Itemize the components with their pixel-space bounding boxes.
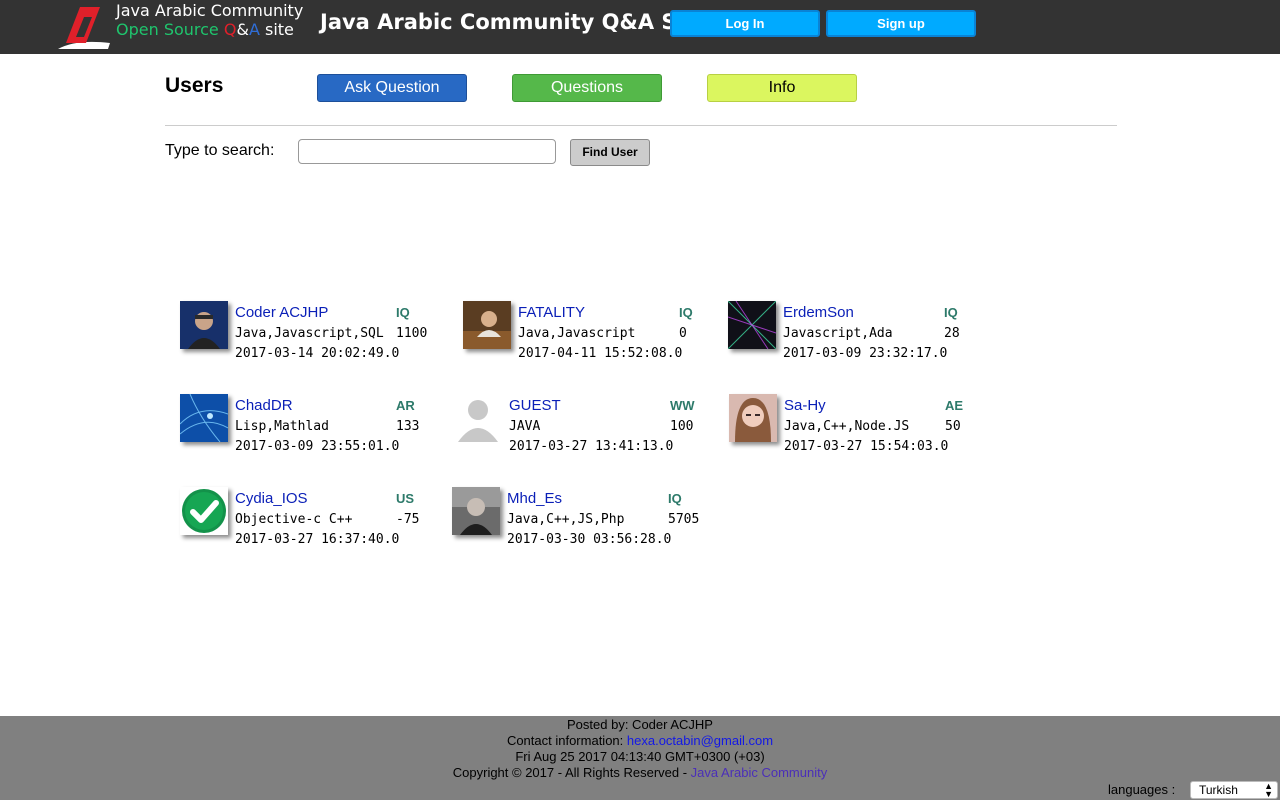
signup-button[interactable]: Sign up	[826, 10, 976, 37]
languages-label: languages :	[1108, 782, 1176, 797]
footer: Posted by: Coder ACJHP Contact informati…	[0, 716, 1280, 800]
user-reputation: 133	[396, 419, 420, 434]
user-card: ChadDR AR Lisp,Mathlad 133 2017-03-09 23…	[180, 394, 450, 464]
user-join-date: 2017-03-30 03:56:28.0	[507, 532, 672, 547]
logo-text-line2: Open Source Q&A site	[116, 20, 294, 39]
user-name-link[interactable]: Sa-Hy	[784, 397, 826, 414]
user-tags: Java,Javascript,SQL	[235, 326, 384, 341]
user-join-date: 2017-03-14 20:02:49.0	[235, 346, 400, 361]
login-button[interactable]: Log In	[670, 10, 820, 37]
country-code: US	[396, 491, 415, 506]
country-code: AR	[396, 398, 415, 413]
info-button[interactable]: Info	[707, 74, 857, 102]
country-code: IQ	[396, 305, 410, 320]
logo-text-line1: Java Arabic Community	[116, 1, 304, 20]
user-join-date: 2017-03-09 23:55:01.0	[235, 439, 400, 454]
user-tags: Objective-c C++	[235, 512, 353, 527]
footer-datetime: Fri Aug 25 2017 04:13:40 GMT+0300 (+03)	[515, 749, 765, 764]
user-card: Mhd_Es IQ Java,C++,JS,Php 5705 2017-03-3…	[452, 487, 722, 557]
user-reputation: 1100	[396, 326, 428, 341]
avatar[interactable]	[463, 301, 511, 349]
avatar[interactable]	[454, 394, 502, 442]
country-code: IQ	[679, 305, 693, 320]
user-tags: Lisp,Mathlad	[235, 419, 329, 434]
page-title: Users	[165, 74, 224, 97]
user-name-link[interactable]: Mhd_Es	[507, 490, 562, 507]
contact-info: Contact information: hexa.octabin@gmail.…	[506, 733, 774, 748]
country-code: IQ	[668, 491, 682, 506]
search-label: Type to search:	[165, 142, 275, 159]
user-name-link[interactable]: FATALITY	[518, 304, 585, 321]
search-input[interactable]	[298, 139, 556, 164]
user-reputation: 100	[670, 419, 694, 434]
user-card: ErdemSon IQ Javascript,Ada 28 2017-03-09…	[728, 301, 998, 371]
country-code: WW	[670, 398, 695, 413]
user-card: Sa-Hy AE Java,C++,Node.JS 50 2017-03-27 …	[729, 394, 999, 464]
divider	[165, 125, 1117, 126]
user-join-date: 2017-03-27 13:41:13.0	[509, 439, 674, 454]
language-select[interactable]: Turkish ▲ ▼	[1190, 781, 1278, 799]
contact-email-link[interactable]: hexa.octabin@gmail.com	[627, 733, 773, 748]
user-card: Cydia_IOS US Objective-c C++ -75 2017-03…	[180, 487, 450, 557]
user-name-link[interactable]: ErdemSon	[783, 304, 854, 321]
top-header: Java Arabic Community Open Source Q&A si…	[0, 0, 1280, 54]
avatar[interactable]	[180, 301, 228, 349]
avatar[interactable]	[180, 487, 228, 535]
user-reputation: 0	[679, 326, 687, 341]
user-join-date: 2017-03-27 16:37:40.0	[235, 532, 400, 547]
user-reputation: -75	[396, 512, 420, 527]
find-user-button[interactable]: Find User	[570, 139, 650, 166]
community-link[interactable]: Java Arabic Community	[691, 765, 828, 780]
user-tags: Java,Javascript	[518, 326, 636, 341]
copyright: Copyright © 2017 - All Rights Reserved -…	[452, 765, 828, 780]
avatar[interactable]	[452, 487, 500, 535]
user-card: FATALITY IQ Java,Javascript 0 2017-04-11…	[463, 301, 733, 371]
user-join-date: 2017-04-11 15:52:08.0	[518, 346, 683, 361]
user-reputation: 50	[945, 419, 961, 434]
user-name-link[interactable]: GUEST	[509, 397, 561, 414]
country-code: IQ	[944, 305, 958, 320]
questions-button[interactable]: Questions	[512, 74, 662, 102]
avatar[interactable]	[180, 394, 228, 442]
user-reputation: 28	[944, 326, 960, 341]
site-title: Java Arabic Community Q&A Site	[320, 10, 708, 34]
user-name-link[interactable]: Coder ACJHP	[235, 304, 328, 321]
user-name-link[interactable]: Cydia_IOS	[235, 490, 308, 507]
user-name-link[interactable]: ChadDR	[235, 397, 293, 414]
user-card: Coder ACJHP IQ Java,Javascript,SQL 1100 …	[180, 301, 450, 371]
logo-icon[interactable]	[56, 3, 112, 51]
ask-question-button[interactable]: Ask Question	[317, 74, 467, 102]
country-code: AE	[945, 398, 964, 413]
user-tags: JAVA	[509, 419, 541, 434]
user-tags: Java,C++,Node.JS	[784, 419, 910, 434]
posted-by: Posted by: Coder ACJHP	[567, 717, 713, 732]
select-arrows-icon: ▲ ▼	[1264, 781, 1273, 799]
avatar[interactable]	[729, 394, 777, 442]
user-reputation: 5705	[668, 512, 700, 527]
avatar[interactable]	[728, 301, 776, 349]
user-card: GUEST WW JAVA 100 2017-03-27 13:41:13.0	[454, 394, 724, 464]
user-tags: Java,C++,JS,Php	[507, 512, 625, 527]
user-join-date: 2017-03-09 23:32:17.0	[783, 346, 948, 361]
user-tags: Javascript,Ada	[783, 326, 893, 341]
user-join-date: 2017-03-27 15:54:03.0	[784, 439, 949, 454]
